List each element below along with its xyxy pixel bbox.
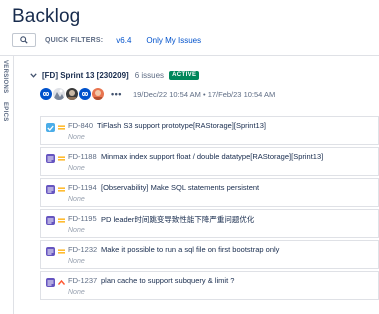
story-lines-icon bbox=[46, 185, 55, 194]
avatar[interactable] bbox=[53, 88, 65, 100]
issue-epic: None bbox=[68, 258, 85, 265]
more-assignees-button[interactable]: ••• bbox=[111, 89, 122, 99]
issue-row-fd-1237[interactable]: FD-1237 plan cache to support subquery &… bbox=[40, 271, 379, 300]
story-lines-icon bbox=[46, 247, 55, 256]
issue-summary: Minmax index support float / double data… bbox=[101, 152, 324, 161]
header-divider bbox=[0, 55, 379, 56]
issue-key[interactable]: FD-1237 bbox=[68, 276, 97, 285]
avatar[interactable] bbox=[92, 88, 104, 100]
quick-filters-label: QUICK FILTERS: bbox=[45, 36, 104, 44]
priority-medium-icon bbox=[58, 218, 65, 223]
assignee-avatars: ••• 19/Dec/22 10:54 AM • 17/Feb/23 10:54… bbox=[40, 88, 275, 100]
task-checkbox-icon bbox=[46, 123, 55, 132]
issue-summary: Make it possible to run a sql file on fi… bbox=[101, 245, 280, 254]
avatar[interactable] bbox=[66, 88, 78, 100]
priority-medium-icon bbox=[58, 156, 65, 161]
priority-medium-icon bbox=[58, 249, 65, 254]
issue-epic: None bbox=[68, 289, 85, 296]
avatar[interactable] bbox=[40, 88, 52, 100]
issue-summary: PD leader时间跳变导致性能下降严重问题优化 bbox=[101, 215, 255, 224]
sprint-issue-count: 6 issues bbox=[134, 70, 165, 80]
issue-key[interactable]: FD-1195 bbox=[68, 214, 97, 223]
side-rail: VERSIONS EPICS bbox=[0, 56, 14, 314]
quick-filters-bar: QUICK FILTERS: v6.4 Only My Issues bbox=[12, 32, 201, 48]
versions-tab[interactable]: VERSIONS bbox=[2, 60, 8, 93]
chevron-down-icon[interactable] bbox=[29, 71, 37, 79]
priority-medium-icon bbox=[58, 187, 65, 192]
issue-key[interactable]: FD-840 bbox=[68, 121, 93, 130]
story-lines-icon bbox=[46, 216, 55, 225]
sprint-dates: 19/Dec/22 10:54 AM • 17/Feb/23 10:54 AM bbox=[132, 89, 276, 99]
issue-epic: None bbox=[68, 134, 85, 141]
issue-summary: TiFlash S3 support prototype[RAStorage][… bbox=[97, 121, 266, 130]
avatar-infinity-icon bbox=[42, 92, 50, 96]
avatar-photo-icon bbox=[94, 90, 102, 100]
issue-row-fd-1188[interactable]: FD-1188 Minmax index support float / dou… bbox=[40, 147, 379, 176]
filter-only-my-issues[interactable]: Only My Issues bbox=[146, 36, 201, 45]
sprint-status-badge: ACTIVE bbox=[169, 70, 200, 80]
issue-key[interactable]: FD-1188 bbox=[68, 152, 97, 161]
story-lines-icon bbox=[46, 278, 55, 287]
priority-medium-icon bbox=[58, 125, 65, 130]
issue-key[interactable]: FD-1194 bbox=[68, 183, 97, 192]
search-icon bbox=[20, 36, 28, 44]
priority-high-icon bbox=[58, 279, 65, 285]
issue-row-fd-1232[interactable]: FD-1232 Make it possible to run a sql fi… bbox=[40, 240, 379, 269]
avatar[interactable] bbox=[79, 88, 91, 100]
issue-row-fd-1195[interactable]: FD-1195 PD leader时间跳变导致性能下降严重问题优化 None bbox=[40, 209, 379, 238]
avatar-infinity-icon bbox=[81, 92, 89, 96]
avatar-photo-icon bbox=[68, 90, 76, 100]
issue-key[interactable]: FD-1232 bbox=[68, 245, 97, 254]
filter-v6-4[interactable]: v6.4 bbox=[116, 36, 131, 45]
epics-tab[interactable]: EPICS bbox=[2, 102, 8, 122]
issue-summary: plan cache to support subquery & limit ? bbox=[101, 276, 235, 285]
page-title: Backlog bbox=[12, 6, 81, 27]
issue-row-fd-840[interactable]: FD-840 TiFlash S3 support prototype[RASt… bbox=[40, 116, 379, 145]
issue-epic: None bbox=[68, 196, 85, 203]
issue-epic: None bbox=[68, 165, 85, 172]
sprint-name[interactable]: [FD] Sprint 13 [230209] bbox=[42, 71, 129, 80]
story-lines-icon bbox=[46, 154, 55, 163]
sprint-header: [FD] Sprint 13 [230209] 6 issues ACTIVE bbox=[29, 70, 200, 80]
issue-row-fd-1194[interactable]: FD-1194 [Observability] Make SQL stateme… bbox=[40, 178, 379, 207]
search-button[interactable] bbox=[12, 33, 36, 47]
issue-summary: [Observability] Make SQL statements pers… bbox=[101, 183, 260, 192]
avatar-photo-icon bbox=[53, 89, 65, 100]
issue-epic: None bbox=[68, 227, 85, 234]
